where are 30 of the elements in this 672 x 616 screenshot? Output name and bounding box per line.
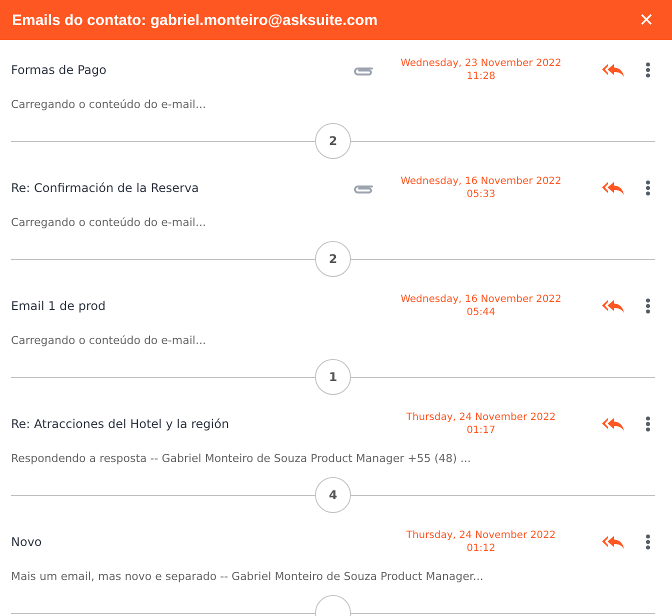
email-date: Thursday, 24 November 2022 01:17 — [405, 411, 557, 437]
email-preview: Carregando o conteúdo do e-mail... — [11, 97, 207, 113]
email-subject[interactable]: Novo — [11, 535, 343, 549]
email-date: Thursday, 24 November 2022 01:12 — [405, 529, 557, 555]
email-subject[interactable]: Re: Confirmación de la Reserva — [11, 181, 343, 195]
email-preview: Carregando o conteúdo do e-mail... — [11, 333, 207, 349]
message-count[interactable]: 1 — [315, 359, 351, 395]
message-count[interactable]: 2 — [315, 123, 351, 159]
email-date: Wednesday, 16 November 2022 05:44 — [400, 293, 562, 319]
message-count[interactable]: 4 — [315, 477, 351, 513]
dialog-title: Emails do contato: gabriel.monteiro@asksuite.com — [12, 12, 378, 28]
reply-all-icon[interactable] — [601, 62, 625, 78]
email-subject[interactable]: Formas de Pago — [11, 63, 343, 77]
more-options-icon[interactable] — [645, 416, 651, 432]
reply-all-icon[interactable] — [601, 534, 625, 550]
email-preview: Carregando o conteúdo do e-mail... — [11, 215, 207, 231]
email-date: Wednesday, 23 November 2022 11:28 — [400, 57, 562, 83]
email-subject[interactable]: Email 1 de prod — [11, 299, 343, 313]
email-preview: Mais um email, mas novo e separado -- Gabriel Monteiro de Souza Product Manager... — [11, 569, 484, 585]
more-options-icon[interactable] — [645, 62, 651, 78]
reply-all-icon[interactable] — [601, 416, 625, 432]
reply-all-icon[interactable] — [601, 298, 625, 314]
email-subject[interactable]: Re: Atracciones del Hotel y la región — [11, 417, 343, 431]
more-options-icon[interactable] — [645, 298, 651, 314]
message-count[interactable]: 2 — [315, 241, 351, 277]
reply-all-icon[interactable] — [601, 180, 625, 196]
more-options-icon[interactable] — [645, 180, 651, 196]
more-options-icon[interactable] — [645, 534, 651, 550]
email-preview: Respondendo a resposta -- Gabriel Monteiro de Souza Product Manager +55 (48) ... — [11, 451, 472, 467]
email-date: Wednesday, 16 November 2022 05:33 — [400, 175, 562, 201]
